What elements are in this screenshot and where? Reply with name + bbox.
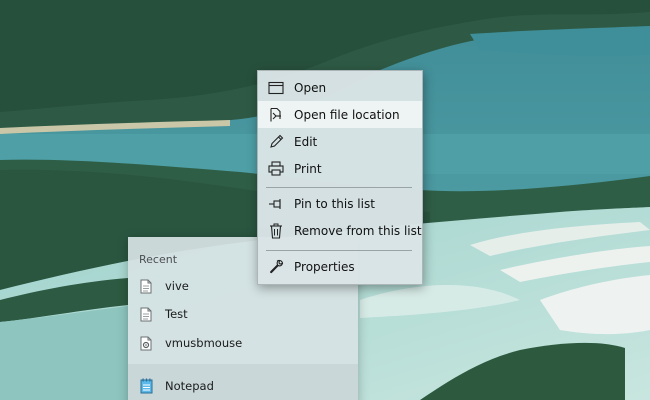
desktop-wallpaper: Recent vive Test vmusbmouse Notepad Open… (0, 0, 650, 400)
notepad-icon (138, 378, 154, 394)
menu-item-label: Properties (294, 259, 355, 274)
pinned-app-label: Notepad (165, 379, 214, 393)
menu-item-remove-from-list[interactable]: Remove from this list (258, 217, 422, 244)
menu-separator (266, 250, 412, 251)
setup-info-file-icon (138, 335, 154, 351)
recent-item-vmusbmouse[interactable]: vmusbmouse (128, 329, 358, 357)
menu-item-label: Open file location (294, 107, 400, 122)
pencil-icon (267, 133, 285, 151)
menu-item-label: Remove from this list (294, 223, 422, 238)
menu-item-label: Edit (294, 134, 318, 149)
printer-icon (267, 160, 285, 178)
recent-item-label: vmusbmouse (165, 336, 243, 350)
menu-item-label: Print (294, 161, 322, 176)
menu-item-label: Open (294, 80, 327, 95)
recent-item-test[interactable]: Test (128, 300, 358, 328)
text-file-icon (138, 306, 154, 322)
pinned-app-notepad[interactable]: Notepad (128, 364, 358, 400)
menu-item-pin-to-list[interactable]: Pin to this list (258, 190, 422, 217)
recent-section-header: Recent (139, 253, 178, 266)
recent-item-label: Test (165, 307, 188, 321)
menu-separator (266, 187, 412, 188)
file-location-icon (267, 106, 285, 124)
notepad-entry[interactable]: Notepad (128, 372, 358, 400)
recent-item-label: vive (165, 279, 189, 293)
menu-item-properties[interactable]: Properties (258, 253, 422, 280)
menu-item-label: Pin to this list (294, 196, 375, 211)
context-menu: Open Open file location Edit Print Pin t… (257, 70, 423, 285)
text-file-icon (138, 278, 154, 294)
menu-item-open-file-location[interactable]: Open file location (258, 101, 422, 128)
wrench-icon (267, 258, 285, 276)
pin-icon (267, 195, 285, 213)
menu-item-edit[interactable]: Edit (258, 128, 422, 155)
menu-item-open[interactable]: Open (258, 74, 422, 101)
trash-icon (267, 222, 285, 240)
window-icon (267, 79, 285, 97)
menu-item-print[interactable]: Print (258, 155, 422, 182)
